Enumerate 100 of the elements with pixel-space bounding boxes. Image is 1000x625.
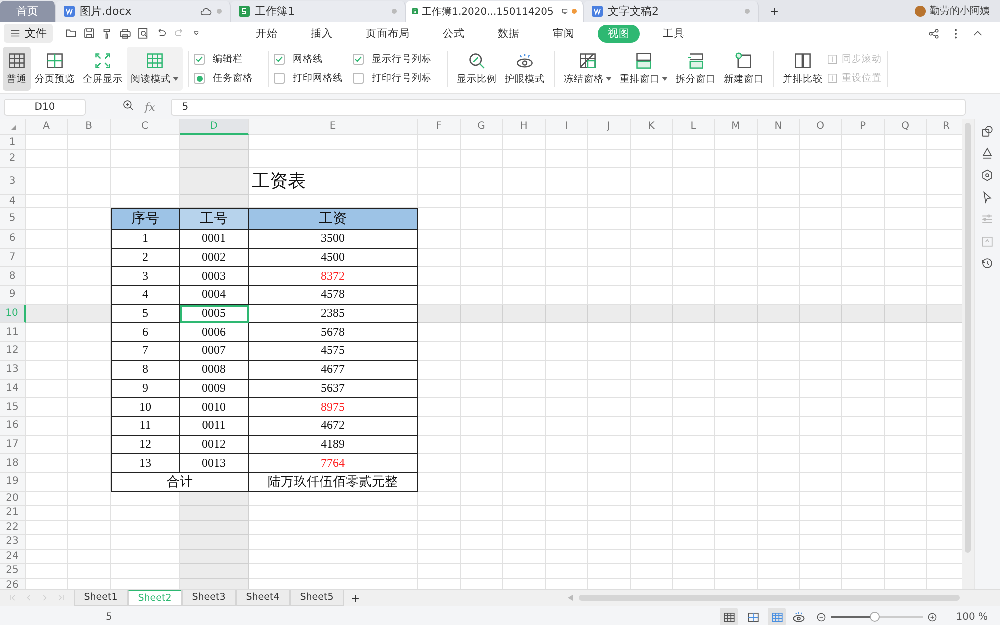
select-all-button[interactable]: [0, 119, 26, 135]
row-header[interactable]: 2: [0, 150, 26, 168]
row-header[interactable]: 1: [0, 135, 26, 150]
row-header[interactable]: 14: [0, 380, 26, 398]
column-header[interactable]: G: [461, 119, 503, 135]
menu-tab[interactable]: 工具: [653, 24, 695, 42]
document-tab[interactable]: 首页: [0, 1, 56, 22]
hexagon-icon[interactable]: [981, 169, 994, 182]
formula-field[interactable]: 5: [171, 98, 966, 116]
column-header[interactable]: R: [927, 119, 962, 135]
checkbox[interactable]: [353, 73, 364, 84]
zoom-out-icon[interactable]: [816, 612, 828, 622]
row-header[interactable]: 26: [0, 578, 26, 589]
column-header[interactable]: I: [546, 119, 588, 135]
ribbon-button[interactable]: 护眼模式: [501, 47, 549, 91]
column-header[interactable]: F: [418, 119, 461, 135]
row-header[interactable]: 7: [0, 248, 26, 268]
sliders-icon[interactable]: [981, 213, 994, 226]
sheet-tab[interactable]: Sheet2: [128, 590, 182, 606]
sheet-tab[interactable]: Sheet5: [290, 590, 344, 606]
checkbox[interactable]: [274, 54, 285, 65]
share-icon[interactable]: [928, 28, 940, 40]
vertical-scrollbar[interactable]: [962, 119, 974, 589]
menu-tab[interactable]: 审阅: [543, 24, 585, 42]
row-header[interactable]: 12: [0, 342, 26, 361]
column-header[interactable]: E: [249, 119, 418, 135]
file-menu-button[interactable]: 文件: [4, 24, 53, 43]
view-button[interactable]: 全屏显示: [79, 47, 127, 91]
menu-tab[interactable]: 公式: [433, 24, 475, 42]
view-button[interactable]: 阅读模式: [127, 47, 183, 91]
add-sheet-icon[interactable]: [350, 592, 361, 604]
document-tab[interactable]: 工作簿1: [231, 1, 406, 22]
view-button[interactable]: 普通: [3, 47, 31, 91]
add-icon[interactable]: [769, 6, 780, 16]
menu-tab[interactable]: 数据: [488, 24, 530, 42]
row-header[interactable]: 19: [0, 472, 26, 492]
row-header[interactable]: 3: [0, 168, 26, 195]
row-header[interactable]: 24: [0, 550, 26, 564]
normal-view-icon[interactable]: [722, 610, 736, 624]
row-header[interactable]: 17: [0, 436, 26, 454]
column-header[interactable]: P: [842, 119, 885, 135]
row-header[interactable]: 4: [0, 195, 26, 208]
row-header[interactable]: 8: [0, 267, 26, 286]
reading-view-icon[interactable]: [770, 610, 784, 624]
name-box[interactable]: D10: [4, 98, 86, 116]
zoom-in-icon[interactable]: [927, 612, 938, 622]
column-header[interactable]: O: [800, 119, 842, 135]
ribbon-button[interactable]: 拆分窗口: [672, 47, 720, 91]
row-header[interactable]: 16: [0, 416, 26, 436]
ribbon-button[interactable]: 显示比例: [453, 47, 501, 91]
column-header[interactable]: A: [26, 119, 68, 135]
row-header[interactable]: 13: [0, 360, 26, 380]
checkbox[interactable]: [274, 73, 285, 84]
column-header[interactable]: B: [68, 119, 111, 135]
user-avatar[interactable]: [915, 6, 926, 16]
print-icon[interactable]: [119, 27, 132, 40]
column-header[interactable]: M: [715, 119, 758, 135]
cursor-icon[interactable]: [981, 191, 994, 204]
checkbox[interactable]: [353, 54, 364, 65]
row-header[interactable]: 11: [0, 323, 26, 342]
row-header[interactable]: 20: [0, 492, 26, 506]
menu-tab[interactable]: 开始: [246, 24, 288, 42]
radio-button[interactable]: [194, 73, 205, 84]
row-header[interactable]: 18: [0, 454, 26, 473]
ribbon-button[interactable]: 并排比较: [779, 47, 827, 91]
page-view-icon[interactable]: [746, 610, 760, 624]
column-header[interactable]: H: [503, 119, 546, 135]
row-header[interactable]: 21: [0, 506, 26, 521]
checkbox[interactable]: [194, 54, 205, 65]
column-header[interactable]: J: [588, 119, 631, 135]
ribbon-button[interactable]: 新建窗口: [720, 47, 768, 91]
column-header[interactable]: Q: [885, 119, 927, 135]
print-preview-icon[interactable]: [137, 27, 150, 40]
ribbon-button[interactable]: 重排窗口: [616, 47, 672, 91]
document-tab[interactable]: 工作簿1.2020...150114205: [406, 1, 584, 22]
history-icon[interactable]: [981, 257, 994, 270]
column-header[interactable]: N: [758, 119, 800, 135]
row-header[interactable]: 22: [0, 520, 26, 536]
shapes-icon[interactable]: [981, 125, 994, 138]
zoom-icon[interactable]: [122, 99, 135, 112]
column-header[interactable]: L: [673, 119, 715, 135]
column-header[interactable]: C: [111, 119, 180, 135]
save-icon[interactable]: [83, 27, 96, 40]
document-tab[interactable]: 图片.docx: [56, 1, 231, 22]
row-header[interactable]: 23: [0, 535, 26, 550]
eye-icon[interactable]: [792, 610, 806, 624]
function-label[interactable]: fx: [145, 100, 156, 114]
sheet-tab[interactable]: Sheet4: [236, 590, 290, 606]
ribbon-button[interactable]: 冻结窗格: [560, 47, 616, 91]
menu-tab[interactable]: 插入: [301, 24, 343, 42]
column-header[interactable]: K: [631, 119, 673, 135]
menu-tab[interactable]: 视图: [598, 24, 640, 42]
sheet-tab[interactable]: Sheet3: [182, 590, 236, 606]
row-header[interactable]: 15: [0, 398, 26, 417]
menu-tab[interactable]: 页面布局: [356, 24, 420, 42]
row-header[interactable]: 9: [0, 286, 26, 305]
sheet-tab[interactable]: Sheet1: [74, 590, 128, 606]
row-header[interactable]: 25: [0, 564, 26, 579]
open-folder-icon[interactable]: [65, 27, 78, 40]
row-header[interactable]: 6: [0, 230, 26, 249]
